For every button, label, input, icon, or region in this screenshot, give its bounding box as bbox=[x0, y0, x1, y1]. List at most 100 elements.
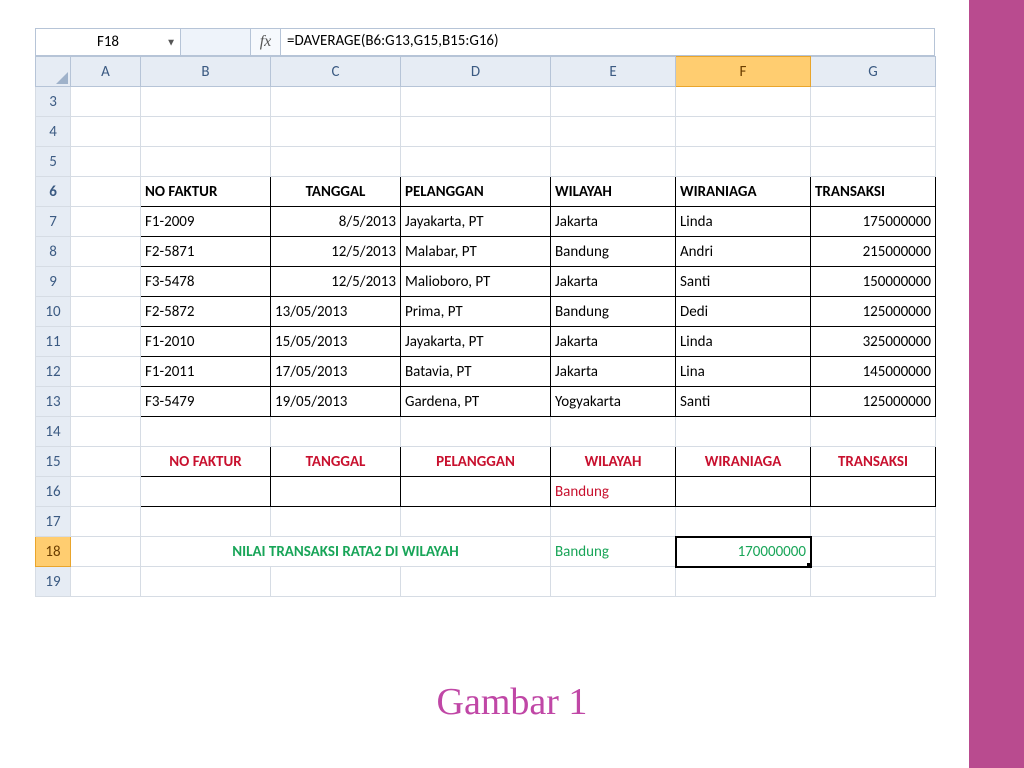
cell[interactable]: 125000000 bbox=[811, 297, 936, 327]
chevron-down-icon[interactable]: ▼ bbox=[166, 36, 176, 49]
cell[interactable]: Jakarta bbox=[551, 327, 676, 357]
cell[interactable] bbox=[271, 87, 401, 117]
spreadsheet-grid[interactable]: A B C D E F G 3 4 5 6 NO FAKTUR TANGGAL … bbox=[35, 56, 936, 597]
col-header-G[interactable]: G bbox=[811, 57, 936, 87]
cell[interactable]: 13/05/2013 bbox=[271, 297, 401, 327]
cell[interactable] bbox=[271, 507, 401, 537]
cell[interactable] bbox=[71, 267, 141, 297]
criteria-header[interactable]: TRANSAKSI bbox=[811, 447, 936, 477]
cell[interactable]: 15/05/2013 bbox=[271, 327, 401, 357]
cell[interactable]: 8/5/2013 bbox=[271, 207, 401, 237]
cell[interactable] bbox=[141, 567, 271, 597]
criteria-header[interactable]: NO FAKTUR bbox=[141, 447, 271, 477]
cell[interactable] bbox=[71, 207, 141, 237]
cell[interactable]: 17/05/2013 bbox=[271, 357, 401, 387]
cell[interactable]: Jayakarta, PT bbox=[401, 207, 551, 237]
row-header[interactable]: 6 bbox=[36, 177, 71, 207]
cell[interactable] bbox=[71, 357, 141, 387]
cell[interactable] bbox=[551, 507, 676, 537]
cell[interactable]: F2-5872 bbox=[141, 297, 271, 327]
cell[interactable]: Jakarta bbox=[551, 357, 676, 387]
cell[interactable]: 125000000 bbox=[811, 387, 936, 417]
cell[interactable]: Gardena, PT bbox=[401, 387, 551, 417]
cell[interactable]: 145000000 bbox=[811, 357, 936, 387]
cell[interactable]: 150000000 bbox=[811, 267, 936, 297]
cell[interactable] bbox=[141, 87, 271, 117]
cell[interactable] bbox=[401, 117, 551, 147]
data-header[interactable]: NO FAKTUR bbox=[141, 177, 271, 207]
cell[interactable]: Bandung bbox=[551, 237, 676, 267]
cell[interactable] bbox=[71, 297, 141, 327]
criteria-cell[interactable] bbox=[141, 477, 271, 507]
cell[interactable] bbox=[71, 237, 141, 267]
cell[interactable] bbox=[551, 417, 676, 447]
cell[interactable]: F3-5479 bbox=[141, 387, 271, 417]
row-header[interactable]: 17 bbox=[36, 507, 71, 537]
cell[interactable]: F1-2010 bbox=[141, 327, 271, 357]
cell[interactable]: 19/05/2013 bbox=[271, 387, 401, 417]
cell[interactable] bbox=[271, 567, 401, 597]
cell[interactable] bbox=[551, 87, 676, 117]
row-header[interactable]: 19 bbox=[36, 567, 71, 597]
criteria-header[interactable]: WIRANIAGA bbox=[676, 447, 811, 477]
cell[interactable] bbox=[71, 447, 141, 477]
col-header-D[interactable]: D bbox=[401, 57, 551, 87]
cell[interactable]: 12/5/2013 bbox=[271, 267, 401, 297]
data-header[interactable]: TANGGAL bbox=[271, 177, 401, 207]
result-value-cell-selected[interactable]: 170000000 bbox=[676, 537, 811, 567]
cell[interactable]: F2-5871 bbox=[141, 237, 271, 267]
cell[interactable] bbox=[271, 117, 401, 147]
cell[interactable]: Jakarta bbox=[551, 207, 676, 237]
row-header[interactable]: 18 bbox=[36, 537, 71, 567]
cell[interactable]: 215000000 bbox=[811, 237, 936, 267]
cell[interactable] bbox=[71, 327, 141, 357]
formula-input[interactable]: =DAVERAGE(B6:G13,G15,B15:G16) bbox=[281, 29, 934, 55]
criteria-header[interactable]: PELANGGAN bbox=[401, 447, 551, 477]
criteria-cell[interactable] bbox=[401, 477, 551, 507]
cell[interactable] bbox=[401, 87, 551, 117]
row-header[interactable]: 16 bbox=[36, 477, 71, 507]
row-header[interactable]: 13 bbox=[36, 387, 71, 417]
cell[interactable] bbox=[71, 87, 141, 117]
result-wilayah[interactable]: Bandung bbox=[551, 537, 676, 567]
col-header-A[interactable]: A bbox=[71, 57, 141, 87]
cell[interactable] bbox=[71, 477, 141, 507]
cell[interactable] bbox=[811, 507, 936, 537]
cell[interactable] bbox=[676, 507, 811, 537]
cell[interactable] bbox=[551, 567, 676, 597]
row-header[interactable]: 3 bbox=[36, 87, 71, 117]
cell[interactable] bbox=[676, 417, 811, 447]
fx-icon[interactable]: fx bbox=[251, 29, 281, 55]
cell[interactable] bbox=[71, 147, 141, 177]
cell[interactable] bbox=[71, 387, 141, 417]
data-header[interactable]: PELANGGAN bbox=[401, 177, 551, 207]
col-header-B[interactable]: B bbox=[141, 57, 271, 87]
criteria-cell[interactable] bbox=[676, 477, 811, 507]
cell[interactable]: Andri bbox=[676, 237, 811, 267]
cell[interactable] bbox=[401, 147, 551, 177]
criteria-header[interactable]: TANGGAL bbox=[271, 447, 401, 477]
cell[interactable] bbox=[71, 417, 141, 447]
cell[interactable] bbox=[271, 147, 401, 177]
cell[interactable] bbox=[71, 507, 141, 537]
cell[interactable] bbox=[551, 117, 676, 147]
cell[interactable]: Santi bbox=[676, 387, 811, 417]
row-header[interactable]: 12 bbox=[36, 357, 71, 387]
cell[interactable]: Jayakarta, PT bbox=[401, 327, 551, 357]
col-header-C[interactable]: C bbox=[271, 57, 401, 87]
select-all-corner[interactable] bbox=[36, 57, 71, 87]
cell[interactable]: 175000000 bbox=[811, 207, 936, 237]
cell[interactable] bbox=[811, 117, 936, 147]
criteria-cell[interactable] bbox=[271, 477, 401, 507]
cell[interactable]: Batavia, PT bbox=[401, 357, 551, 387]
cell[interactable]: Yogyakarta bbox=[551, 387, 676, 417]
cell[interactable]: Dedi bbox=[676, 297, 811, 327]
row-header[interactable]: 8 bbox=[36, 237, 71, 267]
cell[interactable]: F1-2011 bbox=[141, 357, 271, 387]
row-header[interactable]: 14 bbox=[36, 417, 71, 447]
row-header[interactable]: 9 bbox=[36, 267, 71, 297]
criteria-header[interactable]: WILAYAH bbox=[551, 447, 676, 477]
cell[interactable]: Malioboro, PT bbox=[401, 267, 551, 297]
cell[interactable] bbox=[811, 147, 936, 177]
cell[interactable]: 325000000 bbox=[811, 327, 936, 357]
